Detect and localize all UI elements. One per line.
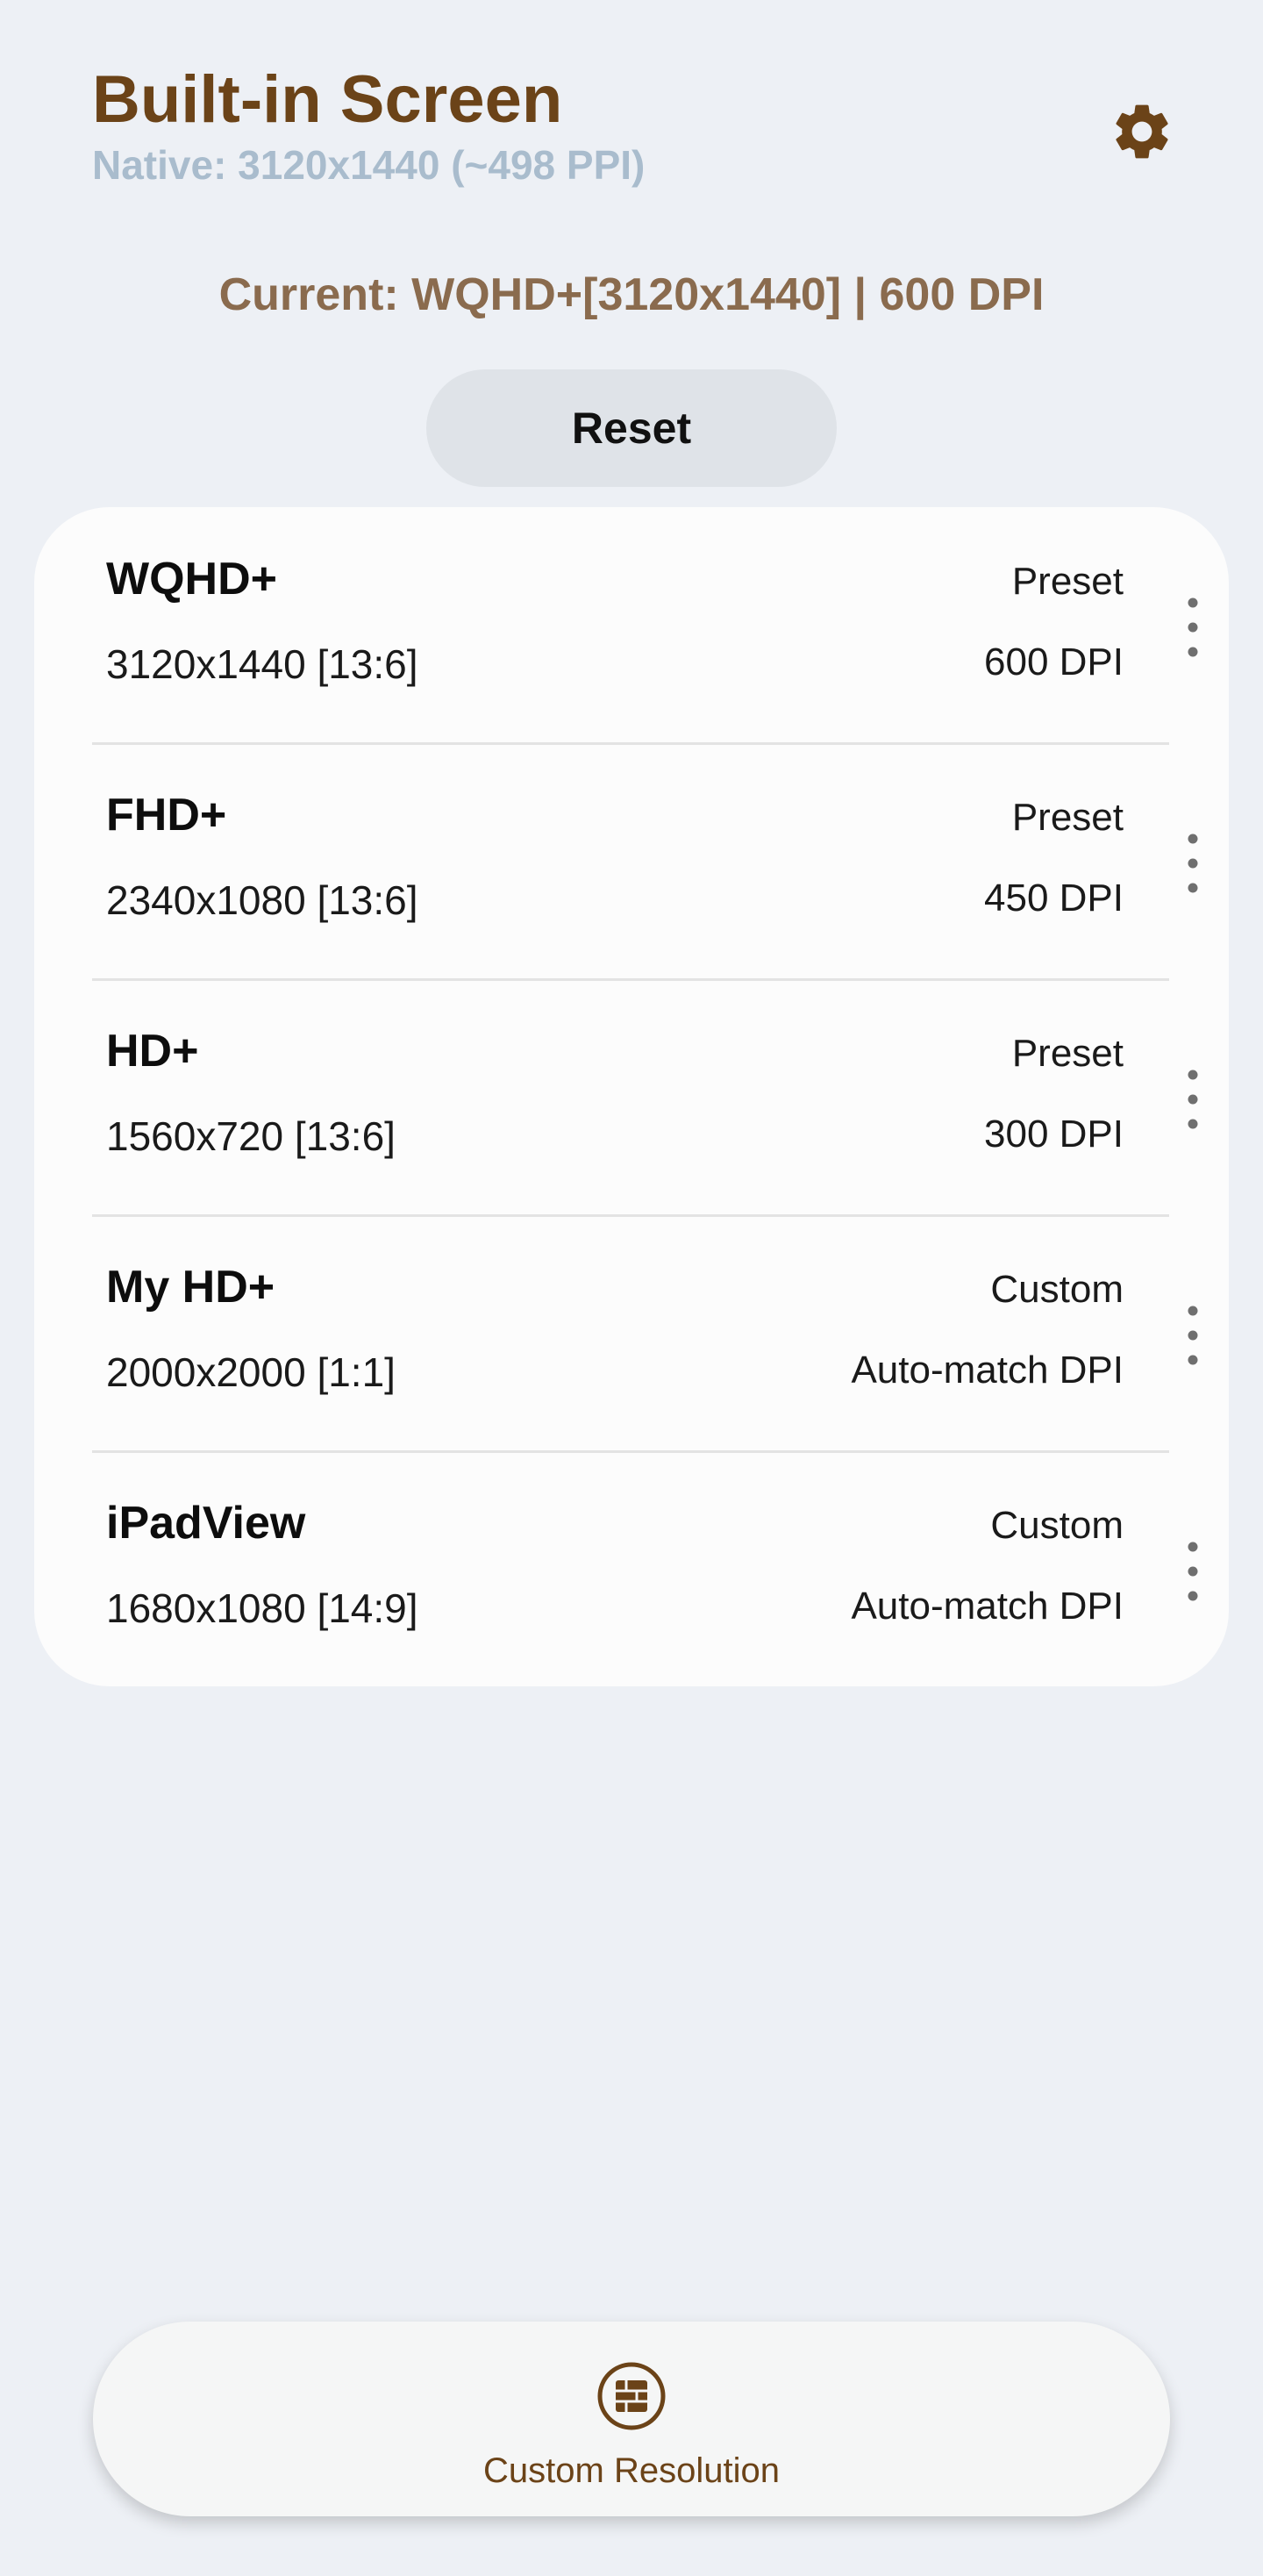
header: Built-in Screen Native: 3120x1440 (~498 … — [92, 60, 1197, 189]
current-resolution: Current: WQHD+[3120x1440] | 600 DPI — [218, 269, 1045, 320]
resolution-item[interactable]: WQHD+ 3120x1440 [13:6] Preset 600 DPI — [34, 507, 1229, 743]
resolution-size: 1560x720 [13:6] — [106, 1113, 396, 1159]
resolution-size: 3120x1440 [13:6] — [106, 641, 418, 687]
native-resolution: Native: 3120x1440 (~498 PPI) — [92, 142, 646, 189]
resolution-name: iPadView — [106, 1498, 306, 1549]
bottom-nav: Custom Resolution — [93, 2322, 1170, 2516]
resolution-dpi: 450 DPI — [984, 877, 1124, 919]
resolution-size: 2340x1080 [13:6] — [106, 877, 418, 923]
custom-resolution-label[interactable]: Custom Resolution — [93, 2451, 1170, 2491]
resolution-list: WQHD+ 3120x1440 [13:6] Preset 600 DPI FH… — [34, 507, 1229, 1686]
reset-button[interactable]: Reset — [426, 369, 837, 487]
more-options-icon[interactable] — [1177, 833, 1209, 894]
resolution-type: Custom — [990, 1268, 1124, 1311]
resolution-type: Preset — [1011, 796, 1124, 839]
gear-icon[interactable] — [1109, 98, 1175, 165]
resolution-dpi: Auto-match DPI — [851, 1349, 1124, 1392]
grid-icon[interactable] — [597, 2362, 666, 2430]
more-options-icon[interactable] — [1177, 1069, 1209, 1130]
resolution-name: My HD+ — [106, 1262, 275, 1313]
resolution-size: 1680x1080 [14:9] — [106, 1585, 418, 1631]
resolution-dpi: 600 DPI — [984, 640, 1124, 683]
resolution-dpi: Auto-match DPI — [851, 1585, 1124, 1628]
resolution-type: Custom — [990, 1504, 1124, 1547]
more-options-icon[interactable] — [1177, 1541, 1209, 1602]
resolution-name: HD+ — [106, 1026, 199, 1077]
resolution-item[interactable]: My HD+ 2000x2000 [1:1] Custom Auto-match… — [34, 1215, 1229, 1451]
resolution-name: WQHD+ — [106, 554, 277, 605]
more-options-icon[interactable] — [1177, 597, 1209, 658]
page-title: Built-in Screen — [92, 62, 563, 137]
resolution-type: Preset — [1011, 560, 1124, 603]
resolution-dpi: 300 DPI — [984, 1113, 1124, 1156]
resolution-item[interactable]: HD+ 1560x720 [13:6] Preset 300 DPI — [34, 979, 1229, 1215]
resolution-type: Preset — [1011, 1032, 1124, 1075]
more-options-icon[interactable] — [1177, 1305, 1209, 1366]
resolution-item[interactable]: iPadView 1680x1080 [14:9] Custom Auto-ma… — [34, 1451, 1229, 1687]
gear-icon-svg — [1116, 104, 1168, 159]
resolution-size: 2000x2000 [1:1] — [106, 1349, 396, 1395]
resolution-name: FHD+ — [106, 790, 227, 841]
resolution-item[interactable]: FHD+ 2340x1080 [13:6] Preset 450 DPI — [34, 743, 1229, 979]
